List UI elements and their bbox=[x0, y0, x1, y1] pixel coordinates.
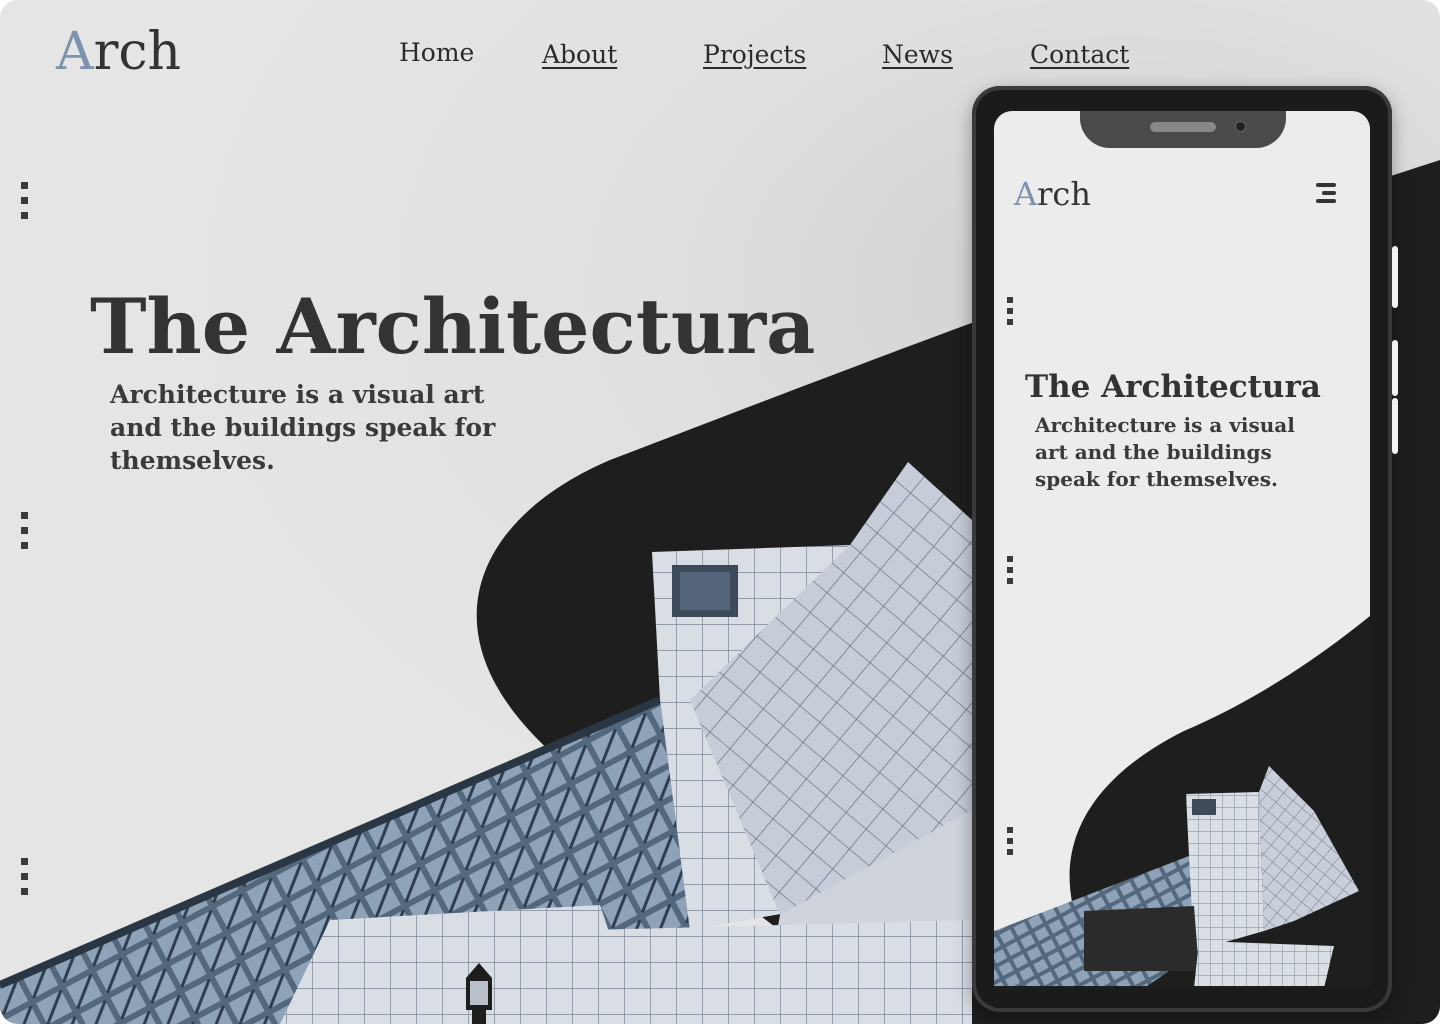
nav-contact-link[interactable]: Contact bbox=[1030, 40, 1129, 69]
site-logo[interactable]: Arch bbox=[56, 22, 181, 82]
vertical-dots-icon[interactable] bbox=[21, 858, 29, 903]
mobile-hero-title: The Architectura bbox=[1025, 369, 1321, 405]
phone-side-button bbox=[1392, 398, 1398, 454]
mobile-site-logo[interactable]: Arch bbox=[1014, 175, 1091, 213]
mobile-logo-text: rch bbox=[1037, 175, 1091, 213]
logo-accent-letter: A bbox=[56, 22, 94, 82]
hamburger-menu-icon[interactable] bbox=[1314, 183, 1338, 205]
vertical-dots-icon[interactable] bbox=[21, 182, 29, 227]
nav-about-link[interactable]: About bbox=[542, 40, 617, 69]
phone-screen: Arch The Architectura Architecture is a … bbox=[994, 111, 1370, 988]
vertical-dots-icon[interactable] bbox=[1007, 297, 1013, 330]
vertical-dots-icon[interactable] bbox=[1007, 556, 1013, 589]
hero-subtitle: Architecture is a visual art and the bui… bbox=[110, 380, 496, 475]
mobile-hero-subtitle: Architecture is a visual art and the bui… bbox=[1035, 413, 1295, 491]
nav-projects-link[interactable]: Projects bbox=[703, 40, 806, 69]
phone-side-button bbox=[1392, 340, 1398, 396]
mobile-logo-accent-letter: A bbox=[1014, 175, 1038, 213]
vertical-dots-icon[interactable] bbox=[1007, 827, 1013, 860]
camera-icon bbox=[1235, 121, 1246, 132]
mobile-hero-illustration bbox=[994, 616, 1370, 988]
hero-title: The Architectura bbox=[90, 282, 816, 371]
phone-side-button bbox=[1392, 246, 1398, 308]
speaker-grille bbox=[1150, 122, 1216, 132]
nav-news-link[interactable]: News bbox=[882, 40, 953, 69]
phone-notch bbox=[1080, 111, 1286, 148]
desktop-page: Arch Home About Projects News Contact Th… bbox=[0, 0, 1440, 1024]
logo-text: rch bbox=[93, 22, 182, 82]
nav-home-link[interactable]: Home bbox=[399, 38, 474, 67]
vertical-dots-icon[interactable] bbox=[21, 512, 29, 557]
